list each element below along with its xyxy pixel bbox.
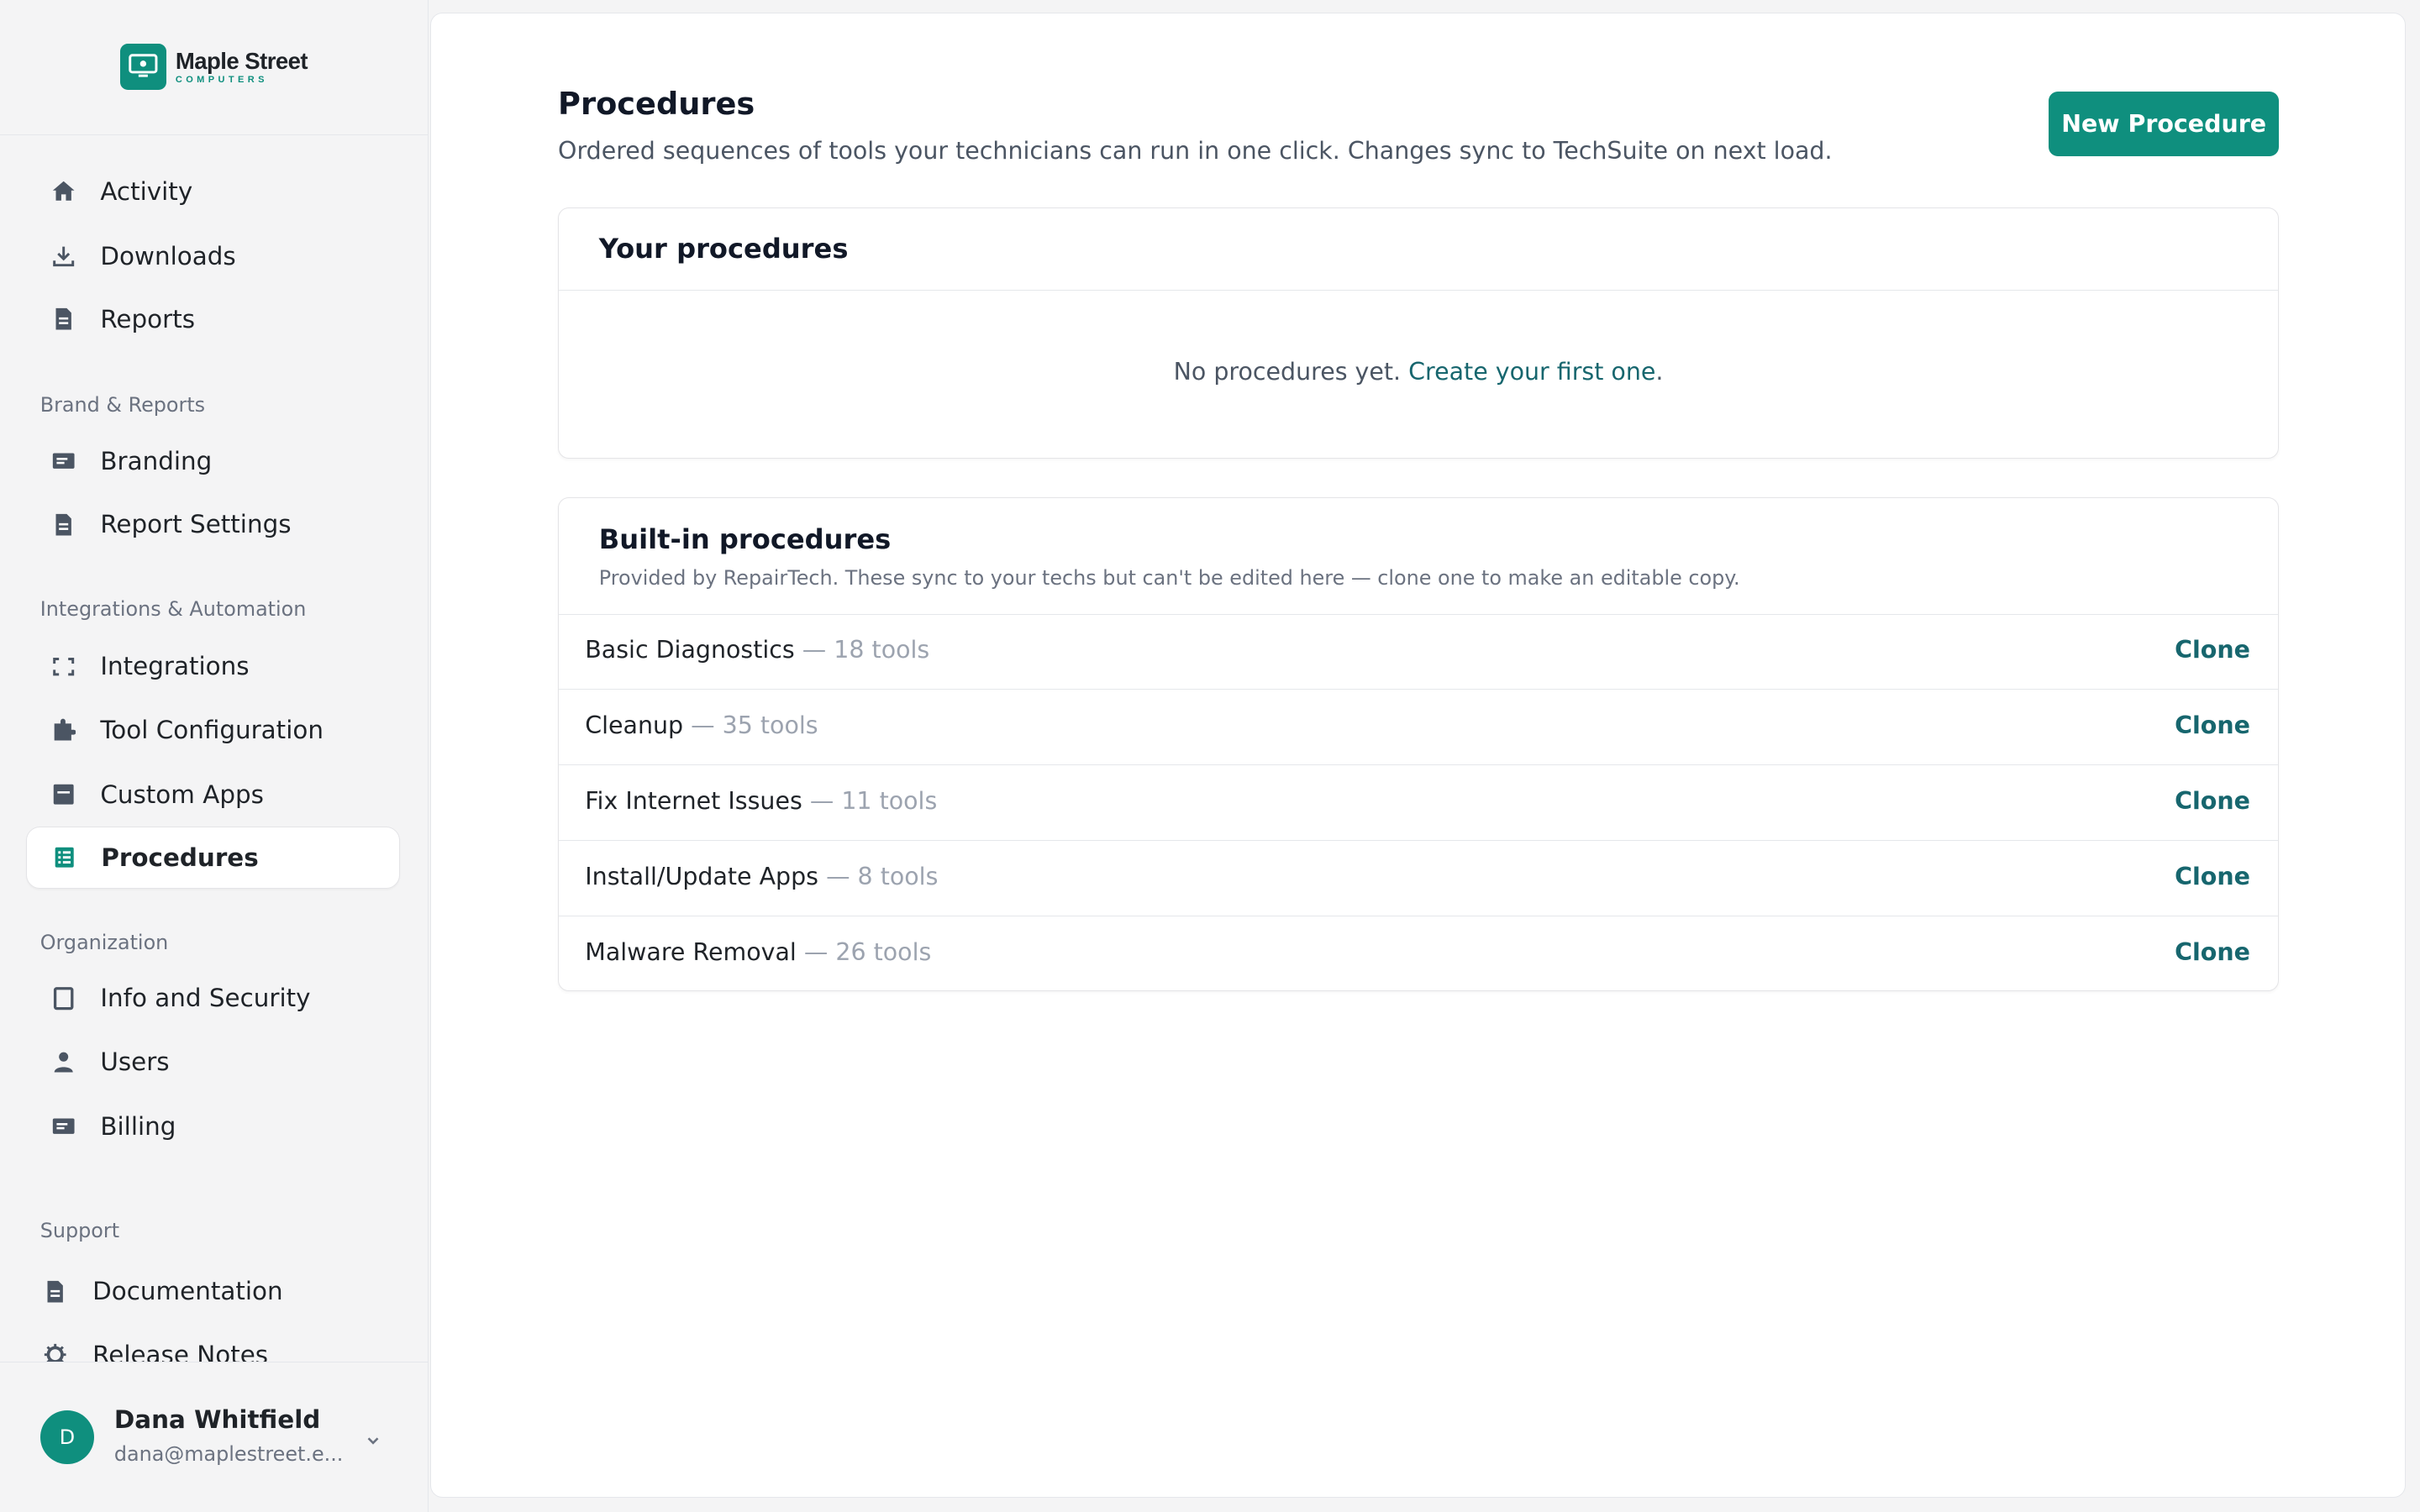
sidebar-item-activity[interactable]: Activity — [26, 160, 399, 222]
puzzle-icon — [51, 717, 76, 742]
sidebar-item-label: Reports — [100, 305, 196, 334]
sidebar: Maple Street COMPUTERS Activity Download… — [0, 0, 429, 1512]
procedure-name: Fix Internet Issues — [585, 786, 802, 815]
table-row: Basic Diagnostics — 18 tools Clone — [559, 614, 2278, 690]
procedure-name: Cleanup — [585, 711, 684, 739]
download-icon — [51, 244, 76, 268]
sidebar-item-tool-configuration[interactable]: Tool Configuration — [26, 699, 399, 760]
section-title-support: Support — [39, 1218, 120, 1242]
list-icon — [52, 845, 76, 869]
sidebar-item-reports[interactable]: Reports — [26, 288, 399, 349]
avatar: D — [39, 1410, 95, 1465]
link-icon — [51, 654, 76, 679]
clone-button[interactable]: Clone — [2175, 938, 2250, 966]
card-header: Your procedures — [559, 208, 2278, 291]
sidebar-item-documentation[interactable]: Documentation — [18, 1261, 392, 1322]
sidebar-item-label: Report Settings — [100, 510, 292, 539]
square-icon — [51, 986, 76, 1011]
sidebar-item-release-notes[interactable]: Release Notes — [18, 1324, 392, 1362]
section-title-integrations: Integrations & Automation — [39, 596, 307, 621]
empty-state-text: No procedures yet. — [1173, 358, 1402, 386]
clone-button[interactable]: Clone — [2175, 863, 2250, 890]
card-icon — [51, 1114, 76, 1138]
sidebar-item-procedures[interactable]: Procedures — [26, 827, 400, 889]
app-root: Maple Street COMPUTERS Activity Download… — [0, 0, 2420, 1512]
sidebar-item-billing[interactable]: Billing — [26, 1095, 399, 1157]
user-email: dana@maplestreet.e... — [113, 1442, 344, 1467]
empty-state-end: . — [1655, 358, 1664, 386]
app-icon — [51, 782, 76, 806]
card-header: Built-in procedures Provided by RepairTe… — [559, 498, 2278, 616]
sidebar-item-users[interactable]: Users — [26, 1031, 399, 1092]
card-icon — [51, 449, 76, 473]
sidebar-item-report-settings[interactable]: Report Settings — [26, 494, 399, 555]
clone-button[interactable]: Clone — [2175, 636, 2250, 664]
sidebar-item-label: Integrations — [100, 652, 250, 681]
sidebar-item-branding[interactable]: Branding — [26, 430, 399, 491]
gear-icon — [43, 1342, 67, 1362]
document-icon — [43, 1279, 67, 1304]
main-content: Procedures Ordered sequences of tools yo… — [430, 12, 2407, 1499]
sidebar-item-label: Custom Apps — [100, 780, 264, 809]
chevron-down-icon[interactable] — [364, 1427, 382, 1446]
sidebar-nav: Activity Downloads Reports Brand & Repor… — [0, 136, 428, 1362]
sidebar-item-label: Billing — [100, 1111, 176, 1141]
clone-button[interactable]: Clone — [2175, 787, 2250, 815]
brand-logo[interactable]: Maple Street COMPUTERS — [119, 44, 308, 91]
empty-state: No procedures yet. Create your first one… — [559, 358, 2278, 386]
brand-sub: COMPUTERS — [175, 74, 268, 85]
sidebar-item-label: Tool Configuration — [100, 715, 324, 744]
sidebar-item-label: Activity — [100, 176, 193, 206]
monitor-logo-icon — [119, 44, 166, 91]
sidebar-item-downloads[interactable]: Downloads — [26, 225, 399, 286]
builtin-procedures-card: Built-in procedures Provided by RepairTe… — [558, 497, 2279, 992]
new-procedure-button[interactable]: New Procedure — [2049, 92, 2279, 157]
create-first-link[interactable]: Create your first one — [1408, 358, 1655, 386]
sidebar-item-label: Downloads — [100, 241, 236, 270]
sidebar-item-label: Release Notes — [92, 1340, 269, 1362]
user-icon — [51, 1049, 76, 1074]
page-title: Procedures — [558, 86, 755, 122]
procedure-name: Install/Update Apps — [585, 862, 819, 890]
table-row: Malware Removal — 26 tools Clone — [559, 916, 2278, 992]
card-subtitle: Provided by RepairTech. These sync to yo… — [598, 566, 1740, 591]
user-name: Dana Whitfield — [113, 1405, 321, 1435]
page-subtitle: Ordered sequences of tools your technici… — [558, 136, 1833, 165]
tool-count: — 35 tools — [691, 711, 818, 739]
user-menu[interactable]: D Dana Whitfield dana@maplestreet.e... — [0, 1361, 428, 1512]
tool-count: — 26 tools — [803, 937, 932, 966]
document-icon — [51, 512, 76, 537]
sidebar-item-label: Procedures — [101, 843, 259, 873]
table-row: Fix Internet Issues — 11 tools Clone — [559, 765, 2278, 842]
table-row: Cleanup — 35 tools Clone — [559, 690, 2278, 766]
card-title: Built-in procedures — [598, 522, 892, 555]
sidebar-item-label: Users — [100, 1047, 170, 1076]
sidebar-item-custom-apps[interactable]: Custom Apps — [26, 764, 399, 825]
card-title: Your procedures — [598, 233, 849, 265]
procedure-name: Malware Removal — [585, 937, 797, 966]
brand-name: Maple Street — [175, 47, 308, 74]
table-row: Install/Update Apps — 8 tools Clone — [559, 841, 2278, 917]
tool-count: — 8 tools — [826, 862, 939, 890]
home-icon — [51, 179, 76, 203]
logo-area: Maple Street COMPUTERS — [0, 0, 428, 135]
sidebar-item-label: Info and Security — [100, 984, 311, 1013]
sidebar-item-label: Documentation — [92, 1277, 283, 1306]
section-title-brand-reports: Brand & Reports — [39, 393, 206, 417]
clone-button[interactable]: Clone — [2175, 711, 2250, 739]
tool-count: — 11 tools — [809, 786, 938, 815]
document-icon — [51, 307, 76, 331]
sidebar-item-info-security[interactable]: Info and Security — [26, 968, 399, 1029]
tool-count: — 18 tools — [802, 635, 930, 664]
sidebar-item-integrations[interactable]: Integrations — [26, 636, 399, 697]
sidebar-item-label: Branding — [100, 447, 213, 476]
procedure-name: Basic Diagnostics — [585, 635, 795, 664]
section-title-organization: Organization — [39, 930, 169, 954]
your-procedures-card: Your procedures No procedures yet. Creat… — [558, 207, 2279, 459]
